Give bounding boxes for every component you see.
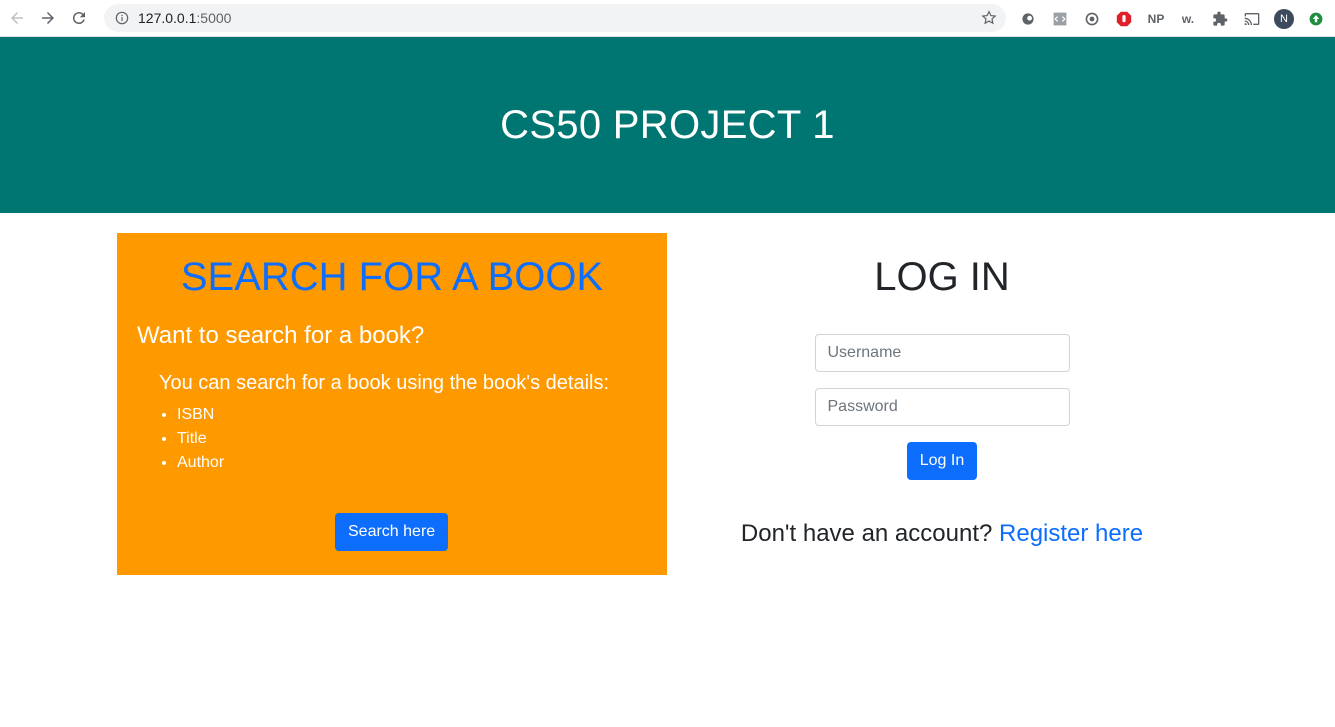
w-extension-icon[interactable]: w. bbox=[1178, 9, 1198, 29]
password-input[interactable] bbox=[814, 388, 1070, 426]
url-text: 127.0.0.1:5000 bbox=[138, 10, 231, 26]
search-subtitle: You can search for a book using the book… bbox=[159, 372, 610, 394]
list-item: ISBN bbox=[177, 403, 667, 427]
list-item: Title bbox=[177, 427, 667, 451]
login-title: LOG IN bbox=[874, 255, 1010, 299]
main-content: SEARCH FOR A BOOK Want to search for a b… bbox=[0, 213, 1335, 727]
search-fields-list: ISBN Title Author bbox=[177, 403, 667, 475]
update-icon[interactable] bbox=[1306, 9, 1326, 29]
search-here-button[interactable]: Search here bbox=[335, 513, 449, 551]
forward-arrow-icon bbox=[42, 12, 54, 24]
username-input[interactable] bbox=[814, 334, 1070, 372]
extensions-tray: NP w. N bbox=[1018, 0, 1335, 37]
reload-button[interactable] bbox=[65, 4, 93, 32]
puzzle-extensions-icon[interactable] bbox=[1210, 9, 1230, 29]
info-icon[interactable] bbox=[114, 10, 130, 26]
adblock-extension-icon[interactable] bbox=[1114, 9, 1134, 29]
address-bar[interactable]: 127.0.0.1:5000 bbox=[104, 4, 1006, 32]
search-question: Want to search for a book? bbox=[137, 322, 425, 349]
search-title: SEARCH FOR A BOOK bbox=[180, 255, 604, 299]
back-arrow-icon bbox=[11, 12, 23, 24]
profile-initial: N bbox=[1280, 12, 1288, 25]
globe-extension-icon[interactable] bbox=[1082, 9, 1102, 29]
browser-toolbar: 127.0.0.1:5000 NP w. N bbox=[0, 0, 1335, 37]
code-extension-icon[interactable] bbox=[1050, 9, 1070, 29]
url-port: :5000 bbox=[196, 10, 232, 26]
log-in-button[interactable]: Log In bbox=[906, 442, 978, 480]
register-link[interactable]: Register here bbox=[999, 520, 1143, 547]
register-prompt: Don't have an account? Register here bbox=[717, 520, 1167, 548]
np-extension-label: NP bbox=[1147, 11, 1165, 26]
w-extension-label: w. bbox=[1181, 11, 1195, 26]
profile-avatar[interactable]: N bbox=[1274, 8, 1294, 29]
back-button[interactable] bbox=[3, 4, 31, 32]
bookmark-star-icon[interactable] bbox=[980, 9, 998, 27]
register-prompt-text: Don't have an account? bbox=[740, 520, 993, 547]
list-item: Author bbox=[177, 451, 667, 475]
page-header: CS50 PROJECT 1 bbox=[0, 37, 1335, 213]
page-title: CS50 PROJECT 1 bbox=[500, 102, 835, 147]
reload-icon bbox=[72, 12, 85, 25]
search-card: SEARCH FOR A BOOK Want to search for a b… bbox=[117, 233, 667, 575]
url-host: 127.0.0.1 bbox=[138, 10, 197, 26]
np-extension-icon[interactable]: NP bbox=[1146, 9, 1166, 29]
login-panel: LOG IN Log In Don't have an account? Reg… bbox=[717, 233, 1167, 548]
circle-extension-icon[interactable] bbox=[1018, 9, 1038, 29]
forward-button[interactable] bbox=[34, 4, 62, 32]
cast-icon[interactable] bbox=[1242, 9, 1262, 29]
